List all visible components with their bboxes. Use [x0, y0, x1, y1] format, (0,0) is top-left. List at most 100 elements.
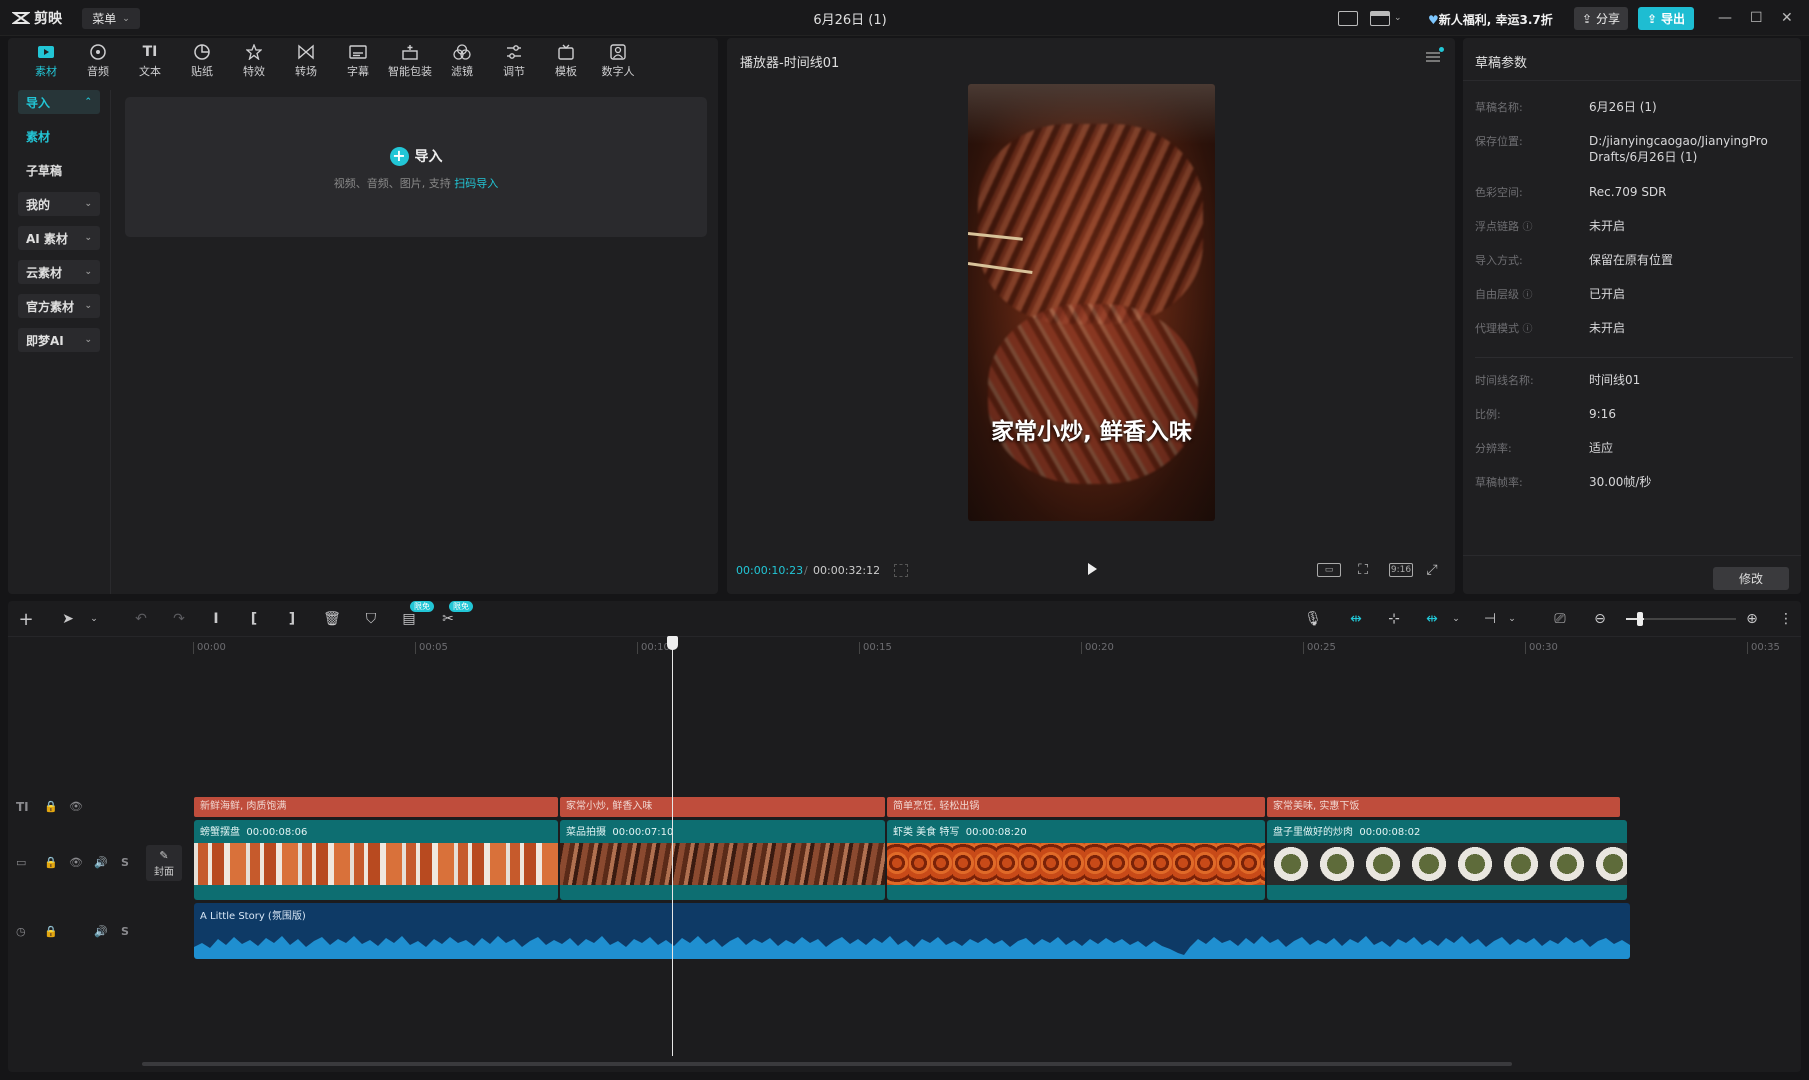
sidebar-item-ai-media[interactable]: AI 素材 ⌄ [18, 226, 100, 250]
sidebar-item-jimeng-ai[interactable]: 即梦AI ⌄ [18, 328, 100, 352]
text-clip[interactable]: 简单烹饪, 轻松出锅 [887, 797, 1265, 817]
screenshot-icon[interactable]: ⛶ [1354, 562, 1372, 578]
tool-digital-human[interactable]: 数字人 [592, 38, 644, 84]
split-icon[interactable]: I [208, 611, 224, 627]
video-clip[interactable]: 螃蟹摆盘 00:00:08:06 [194, 820, 558, 900]
sidebar-item-import[interactable]: 导入 ⌃ [18, 90, 100, 114]
text-clip[interactable]: 家常小炒, 鲜香入味 [560, 797, 885, 817]
scissors-icon[interactable]: ✂ [440, 611, 456, 627]
main-menu-button[interactable]: 菜单 ⌄ [82, 8, 140, 29]
solo-icon[interactable]: S [121, 925, 129, 938]
tool-smart-pack[interactable]: 智能包装 [384, 38, 436, 84]
tool-transition[interactable]: 转场 [280, 38, 332, 84]
aspect-ratio-button[interactable]: 9:16 [1389, 563, 1413, 577]
playhead[interactable] [672, 640, 673, 1056]
timeline-scrollbar[interactable] [142, 1062, 1512, 1066]
select-cursor-icon[interactable]: ➤ [60, 611, 76, 627]
sidebar-item-media[interactable]: 素材 [18, 124, 100, 148]
split-left-icon[interactable]: [ [246, 611, 262, 627]
solo-icon[interactable]: S [121, 856, 129, 869]
video-clip[interactable]: 盘子里做好的炒肉 00:00:08:02 [1267, 820, 1627, 900]
zoom-out-icon[interactable]: ⊖ [1592, 611, 1608, 627]
import-button[interactable]: + 导入 [125, 146, 707, 166]
playhead-handle[interactable] [667, 636, 678, 650]
share-button[interactable]: ⇪ 分享 [1574, 7, 1628, 30]
speaker-icon[interactable]: 🔊 [94, 856, 108, 869]
sidebar-item-official[interactable]: 官方素材 ⌄ [18, 294, 100, 318]
shortcut-icon[interactable] [1338, 6, 1358, 30]
lock-icon[interactable]: 🔒 [44, 856, 58, 869]
modify-button[interactable]: 修改 [1713, 567, 1789, 590]
text-clip[interactable]: 新鲜海鲜, 肉质饱满 [194, 797, 558, 817]
layout-icon[interactable]: ⌄ [1370, 6, 1402, 30]
more-icon[interactable]: ⋮ [1778, 611, 1794, 627]
minimize-icon[interactable]: — [1718, 10, 1732, 26]
prop-value: 未开启 [1589, 321, 1626, 335]
timecode-grid-icon[interactable] [894, 564, 908, 577]
sidebar-item-mine[interactable]: 我的 ⌄ [18, 192, 100, 216]
sidebar-item-cloud[interactable]: 云素材 ⌄ [18, 260, 100, 284]
close-icon[interactable]: ✕ [1781, 10, 1793, 26]
tool-label: 贴纸 [191, 64, 213, 78]
tool-sticker[interactable]: 贴纸 [176, 38, 228, 84]
speaker-icon[interactable]: 🔊 [94, 925, 108, 938]
lock-icon[interactable]: 🔒 [44, 925, 58, 938]
sidebar-item-sub-draft[interactable]: 子草稿 [18, 158, 100, 182]
tool-filter[interactable]: 滤镜 [436, 38, 488, 84]
video-track-icon: ▭ [16, 856, 27, 869]
media-panel: 素材 音频 TI 文本 贴纸 特效 转场 字幕 智能包装 滤镜 调节 模板 数字… [8, 38, 718, 594]
add-track-icon[interactable]: + [18, 609, 34, 630]
promo-banner[interactable]: ♥新人福利, 幸运3.7折 [1428, 11, 1553, 28]
chevron-down-icon[interactable]: ⌄ [1448, 611, 1464, 627]
play-icon[interactable] [1088, 563, 1097, 575]
delete-icon[interactable]: 🗑 [323, 611, 341, 627]
mark-icon[interactable]: ⛉ [363, 611, 379, 627]
redo-icon[interactable]: ↷ [171, 611, 187, 627]
microphone-icon[interactable]: 🎙 [1304, 611, 1322, 627]
time-ruler[interactable]: 00:00 00:05 00:10 00:15 00:20 00:25 00:3… [8, 637, 1801, 661]
snap-icon[interactable]: ⊹ [1386, 611, 1402, 627]
video-clip[interactable]: 虾类 美食 特写 00:00:08:20 [887, 820, 1265, 900]
prop-row: 自由层级 ⓘ 已开启 [1475, 286, 1795, 302]
scan-import-link[interactable]: 扫码导入 [454, 177, 498, 190]
hamburger-menu-icon[interactable] [1426, 52, 1440, 62]
text-clip[interactable]: 家常美味, 实惠下饭 [1267, 797, 1620, 817]
prop-row: 时间线名称: 时间线01 [1475, 372, 1795, 388]
zoom-slider-handle[interactable] [1637, 612, 1643, 626]
zoom-in-icon[interactable]: ⊕ [1744, 611, 1760, 627]
tool-audio[interactable]: 音频 [72, 38, 124, 84]
fullscreen-icon[interactable]: ⤢ [1424, 562, 1440, 578]
cover-button[interactable]: ✎ 封面 [146, 845, 182, 881]
undo-icon[interactable]: ↶ [133, 611, 149, 627]
text-clip-label: 家常美味, 实惠下饭 [1273, 801, 1360, 812]
tool-media[interactable]: 素材 [20, 38, 72, 84]
export-button[interactable]: ⇪ 导出 [1638, 7, 1694, 30]
auto-caption-icon[interactable]: ▤ [401, 611, 417, 627]
audio-clip[interactable]: A Little Story (氛围版) [194, 903, 1630, 959]
chevron-down-icon[interactable]: ⌄ [86, 611, 102, 627]
tool-adjust[interactable]: 调节 [488, 38, 540, 84]
eye-icon[interactable]: 👁 [69, 800, 83, 813]
tool-effects[interactable]: 特效 [228, 38, 280, 84]
tool-text[interactable]: TI 文本 [124, 38, 176, 84]
info-icon[interactable]: ⓘ [1523, 290, 1533, 301]
tool-template[interactable]: 模板 [540, 38, 592, 84]
preview-axis-icon[interactable]: ⊣ [1482, 611, 1498, 627]
effects-icon [245, 43, 263, 60]
quality-icon[interactable]: ▭ [1317, 563, 1341, 577]
lock-icon[interactable]: 🔒 [44, 800, 58, 813]
import-dropzone[interactable]: + 导入 视频、音频、图片, 支持 扫码导入 [125, 97, 707, 237]
chevron-down-icon[interactable]: ⌄ [1504, 611, 1520, 627]
preview-subtitle[interactable]: 家常小炒, 鲜香入味 [968, 412, 1215, 446]
info-icon[interactable]: ⓘ [1523, 324, 1533, 335]
video-preview[interactable]: 家常小炒, 鲜香入味 [968, 84, 1215, 521]
info-icon[interactable]: ⓘ [1523, 222, 1533, 233]
eye-icon[interactable]: 👁 [69, 856, 83, 869]
video-clip[interactable]: 菜品拍摄 00:00:07:10 [560, 820, 885, 900]
tool-subtitle[interactable]: 字幕 [332, 38, 384, 84]
screen-icon[interactable]: ⎚ [1552, 611, 1568, 627]
maximize-icon[interactable]: ☐ [1750, 10, 1763, 26]
linkage-icon[interactable]: ⇹ [1424, 611, 1440, 627]
split-right-icon[interactable]: ] [284, 611, 300, 627]
link-clips-icon[interactable]: ⇹ [1348, 611, 1364, 627]
